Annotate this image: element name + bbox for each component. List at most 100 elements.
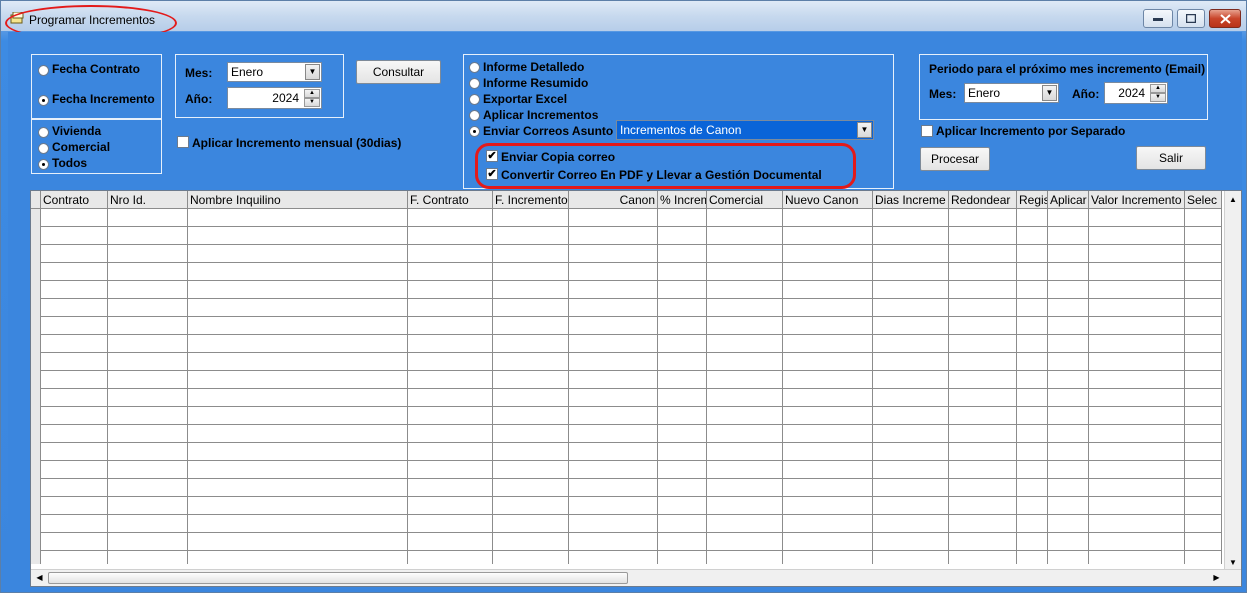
grid-row-line — [31, 352, 1222, 353]
main-window: Programar Incrementos Fecha Contrato Fec… — [0, 0, 1247, 593]
grid-row-line — [31, 244, 1222, 245]
type-filter-panel: Vivienda Comercial Todos — [31, 119, 162, 174]
close-icon — [1219, 13, 1231, 24]
next-anio-spinner[interactable]: 2024 ▲ ▼ — [1104, 82, 1168, 104]
separate-increment-checkbox[interactable] — [921, 125, 933, 137]
chevron-down-icon[interactable]: ▼ — [1042, 85, 1057, 101]
radio-informe-resumido[interactable] — [469, 78, 480, 89]
maximize-button[interactable] — [1177, 9, 1205, 28]
grid-row-line — [31, 262, 1222, 263]
chevron-down-icon[interactable]: ▼ — [857, 122, 872, 138]
mes-label: Mes: — [185, 66, 213, 80]
radio-todos[interactable] — [38, 159, 49, 170]
consultar-button[interactable]: Consultar — [356, 60, 441, 84]
radio-exportar-excel[interactable] — [469, 94, 480, 105]
radio-fecha-contrato[interactable] — [38, 65, 49, 76]
close-button[interactable] — [1209, 9, 1241, 28]
col-f-incremento[interactable]: F. Incremento — [493, 191, 569, 209]
separate-increment-label: Aplicar Incremento por Separado — [936, 124, 1126, 138]
col-dias-increm[interactable]: Dias Increme — [873, 191, 949, 209]
increments-grid[interactable]: Contrato Nro Id. Nombre Inquilino F. Con… — [30, 190, 1242, 587]
salir-button[interactable]: Salir — [1136, 146, 1206, 170]
scroll-right-icon[interactable]: ▶ — [1208, 570, 1225, 586]
next-period-title: Periodo para el próximo mes incremento (… — [929, 62, 1206, 76]
anio-spinner[interactable]: 2024 ▲ ▼ — [227, 87, 322, 109]
grid-row-line — [31, 298, 1222, 299]
form-client-area: Fecha Contrato Fecha Incremento Vivienda… — [8, 32, 1242, 588]
minimize-icon — [1153, 17, 1163, 21]
grid-row-line — [31, 406, 1222, 407]
col-comercial[interactable]: Comercial — [707, 191, 783, 209]
grid-row-line — [31, 478, 1222, 479]
scroll-up-icon[interactable]: ▲ — [1225, 191, 1241, 208]
next-mes-select-value: Enero — [968, 86, 1001, 100]
col-aplicar[interactable]: Aplicar — [1048, 191, 1089, 209]
col-nro-id[interactable]: Nro Id. — [108, 191, 188, 209]
anio-label: Año: — [185, 92, 213, 106]
date-filter-panel: Fecha Contrato Fecha Incremento — [31, 54, 162, 119]
col-valor-incremento[interactable]: Valor Incremento — [1089, 191, 1185, 209]
grid-row-line — [31, 532, 1222, 533]
grid-row-line — [31, 280, 1222, 281]
col-nuevo-canon[interactable]: Nuevo Canon — [783, 191, 873, 209]
radio-todos-label: Todos — [52, 156, 88, 170]
horizontal-scroll-thumb[interactable] — [48, 572, 628, 584]
col-contrato[interactable]: Contrato — [41, 191, 108, 209]
spin-down-icon[interactable]: ▼ — [1150, 93, 1166, 102]
col-nombre-inquilino[interactable]: Nombre Inquilino — [188, 191, 408, 209]
radio-vivienda[interactable] — [38, 127, 49, 138]
mes-select[interactable]: Enero ▼ — [227, 62, 322, 82]
radio-informe-detallado-label: Informe Detalledo — [483, 60, 585, 74]
spin-up-icon[interactable]: ▲ — [1150, 84, 1166, 93]
col-porc-increm[interactable]: % Increm — [658, 191, 707, 209]
spin-down-icon[interactable]: ▼ — [304, 98, 320, 107]
grid-header: Contrato Nro Id. Nombre Inquilino F. Con… — [31, 191, 1222, 209]
radio-fecha-incremento[interactable] — [38, 95, 49, 106]
row-selector-column[interactable] — [31, 209, 41, 564]
subject-select-value: Incrementos de Canon — [620, 123, 742, 137]
title-bar[interactable]: Programar Incrementos — [1, 1, 1246, 41]
chevron-down-icon[interactable]: ▼ — [305, 64, 320, 80]
procesar-button[interactable]: Procesar — [920, 147, 990, 171]
maximize-icon — [1186, 14, 1196, 23]
col-f-contrato[interactable]: F. Contrato — [408, 191, 493, 209]
monthly-increment-label: Aplicar Incremento mensual (30dias) — [192, 136, 402, 150]
col-selec[interactable]: Selec — [1185, 191, 1222, 209]
grid-row-line — [31, 442, 1222, 443]
grid-row-line — [31, 460, 1222, 461]
radio-aplicar-incrementos[interactable] — [469, 110, 480, 121]
checkbox-highlight-oval — [475, 143, 856, 189]
col-canon[interactable]: Canon — [569, 191, 658, 209]
next-mes-select[interactable]: Enero ▼ — [964, 83, 1059, 103]
radio-informe-resumido-label: Informe Resumido — [483, 76, 589, 90]
next-anio-spinner-value: 2024 — [1118, 86, 1145, 100]
mes-select-value: Enero — [231, 65, 264, 79]
radio-enviar-correos-label: Enviar Correos Asunto — [483, 124, 614, 138]
radio-comercial[interactable] — [38, 143, 49, 154]
grid-row-line — [31, 496, 1222, 497]
radio-comercial-label: Comercial — [52, 140, 111, 154]
minimize-button[interactable] — [1143, 9, 1173, 28]
period-panel: Mes: Enero ▼ Año: 2024 ▲ ▼ — [175, 54, 344, 118]
next-anio-label: Año: — [1072, 87, 1100, 101]
radio-informe-detallado[interactable] — [469, 62, 480, 73]
radio-fecha-incremento-label: Fecha Incremento — [52, 92, 155, 106]
anio-spinner-value: 2024 — [272, 91, 299, 105]
radio-enviar-correos[interactable] — [469, 126, 480, 137]
radio-exportar-excel-label: Exportar Excel — [483, 92, 568, 106]
horizontal-scrollbar[interactable]: ◀ ▶ — [31, 569, 1241, 586]
spin-up-icon[interactable]: ▲ — [304, 89, 320, 98]
col-regis[interactable]: Regis — [1017, 191, 1048, 209]
radio-fecha-contrato-label: Fecha Contrato — [52, 62, 141, 76]
scroll-left-icon[interactable]: ◀ — [31, 570, 48, 586]
vertical-scrollbar[interactable]: ▲ ▼ — [1224, 191, 1241, 571]
grid-row-line — [31, 334, 1222, 335]
radio-aplicar-incrementos-label: Aplicar Incrementos — [483, 108, 599, 122]
grid-row-line — [31, 514, 1222, 515]
subject-select[interactable]: Incrementos de Canon ▼ — [616, 120, 874, 140]
col-redondear[interactable]: Redondear — [949, 191, 1017, 209]
grid-header-selector — [31, 191, 41, 209]
monthly-increment-checkbox[interactable] — [177, 136, 189, 148]
grid-row-line — [31, 550, 1222, 551]
grid-body[interactable] — [31, 209, 1222, 564]
